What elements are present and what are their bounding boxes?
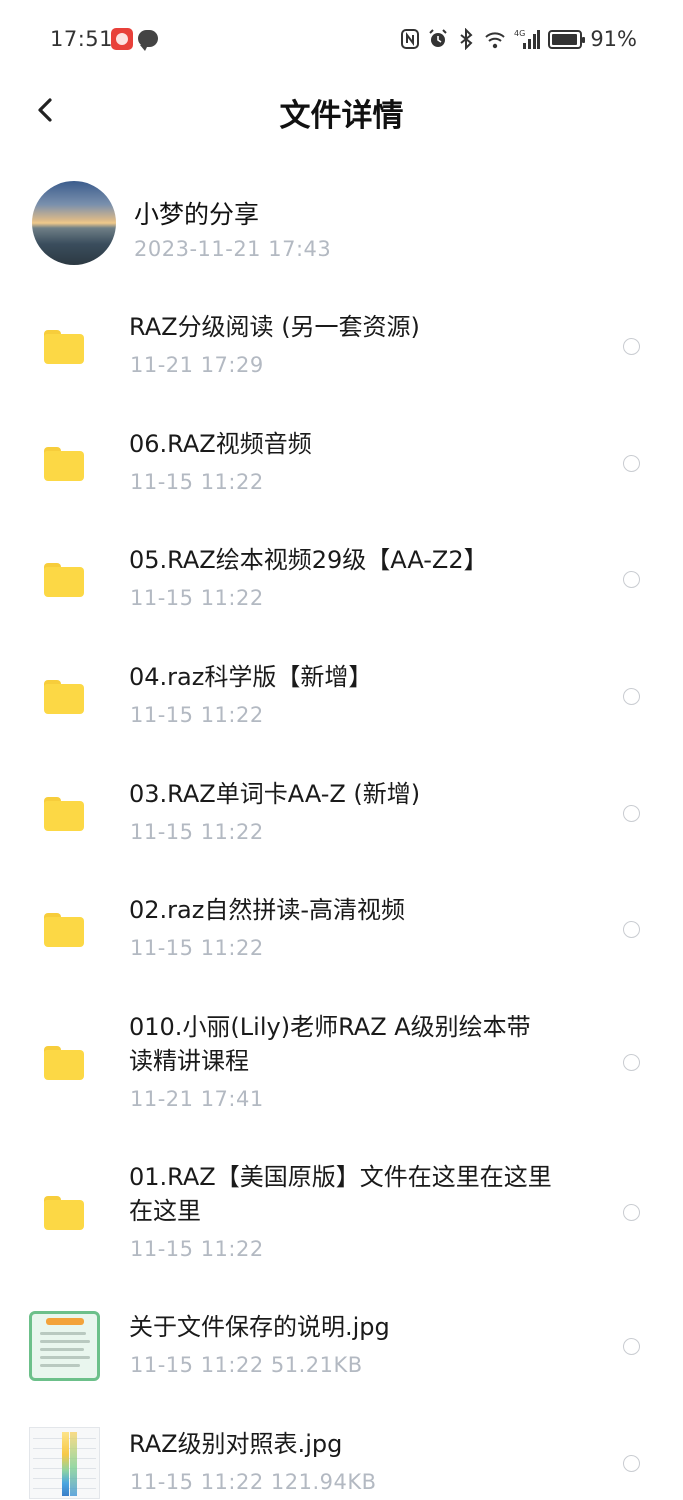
red-app-icon [111,28,133,50]
list-item[interactable]: 05.RAZ绘本视频29级【AA-Z2】 11-15 11:22 [0,543,683,643]
select-radio[interactable] [623,1204,640,1221]
status-icons: 4G 91% [400,27,637,51]
status-bar: 17:51 4G 91% [0,0,683,80]
file-name: 关于文件保存的说明.jpg [129,1313,390,1341]
battery-percent: 91% [590,27,637,51]
file-meta: 11-15 11:22 121.94KB [130,1470,377,1494]
select-radio[interactable] [623,338,640,355]
file-meta: 11-15 11:22 [130,936,264,960]
file-meta: 11-21 17:41 [130,1087,264,1111]
select-radio[interactable] [623,1054,640,1071]
avatar[interactable] [32,181,116,265]
file-name: RAZ级别对照表.jpg [129,1430,343,1458]
list-item[interactable]: RAZ级别对照表.jpg 11-15 11:22 121.94KB [0,1427,683,1500]
file-name: 04.raz科学版【新增】 [129,663,373,691]
status-time: 17:51 [50,27,114,51]
folder-icon [44,1196,84,1230]
file-name: 05.RAZ绘本视频29级【AA-Z2】 [129,546,488,574]
message-icon [138,30,158,51]
bluetooth-icon [460,28,473,50]
battery-icon [548,29,586,49]
wifi-icon [485,32,506,49]
folder-icon [44,680,84,714]
list-item[interactable]: RAZ分级阅读 (另一套资源) 11-21 17:29 [0,310,683,410]
file-name: 03.RAZ单词卡AA-Z (新增) [129,780,421,808]
file-meta: 11-15 11:22 [130,703,264,727]
select-radio[interactable] [623,688,640,705]
list-item[interactable]: 03.RAZ单词卡AA-Z (新增) 11-15 11:22 [0,777,683,877]
share-time: 2023-11-21 17:43 [134,237,332,261]
list-item[interactable]: 06.RAZ视频音频 11-15 11:22 [0,427,683,527]
list-item[interactable]: 04.raz科学版【新增】 11-15 11:22 [0,660,683,760]
nfc-icon [401,29,420,49]
file-name: 01.RAZ【美国原版】文件在这里在这里在这里 [129,1163,552,1225]
signal-icon: 4G [514,29,541,49]
network-type-label: 4G [514,29,525,38]
select-radio[interactable] [623,805,640,822]
file-meta: 11-15 11:22 [130,470,264,494]
file-meta: 11-21 17:29 [130,353,264,377]
folder-icon [44,447,84,481]
list-item[interactable]: 02.raz自然拼读-高清视频 11-15 11:22 [0,893,683,993]
alarm-icon [429,29,448,47]
app-header: 文件详情 [0,80,683,140]
list-item[interactable]: 01.RAZ【美国原版】文件在这里在这里在这里 11-15 11:22 [0,1160,683,1290]
image-thumbnail-icon [29,1311,100,1381]
file-meta: 11-15 11:22 [130,1237,264,1261]
file-name: RAZ分级阅读 (另一套资源) [129,313,420,341]
file-name: 010.小丽(Lily)老师RAZ A级别绘本带读精讲课程 [129,1013,531,1075]
select-radio[interactable] [623,571,640,588]
file-name: 06.RAZ视频音频 [129,430,312,458]
folder-icon [44,563,84,597]
image-thumbnail-icon [29,1427,100,1499]
select-radio[interactable] [623,921,640,938]
file-name: 02.raz自然拼读-高清视频 [129,896,405,924]
list-item[interactable]: 关于文件保存的说明.jpg 11-15 11:22 51.21KB [0,1310,683,1410]
select-radio[interactable] [623,1338,640,1355]
select-radio[interactable] [623,455,640,472]
share-header: 小梦的分享 2023-11-21 17:43 [32,181,652,267]
folder-icon [44,797,84,831]
select-radio[interactable] [623,1455,640,1472]
page-title: 文件详情 [279,98,404,134]
folder-icon [44,330,84,364]
share-name: 小梦的分享 [134,200,260,229]
file-meta: 11-15 11:22 51.21KB [130,1353,363,1377]
list-item[interactable]: 010.小丽(Lily)老师RAZ A级别绘本带读精讲课程 11-21 17:4… [0,1010,683,1140]
file-meta: 11-15 11:22 [130,586,264,610]
folder-icon [44,913,84,947]
file-meta: 11-15 11:22 [130,820,264,844]
folder-icon [44,1046,84,1080]
